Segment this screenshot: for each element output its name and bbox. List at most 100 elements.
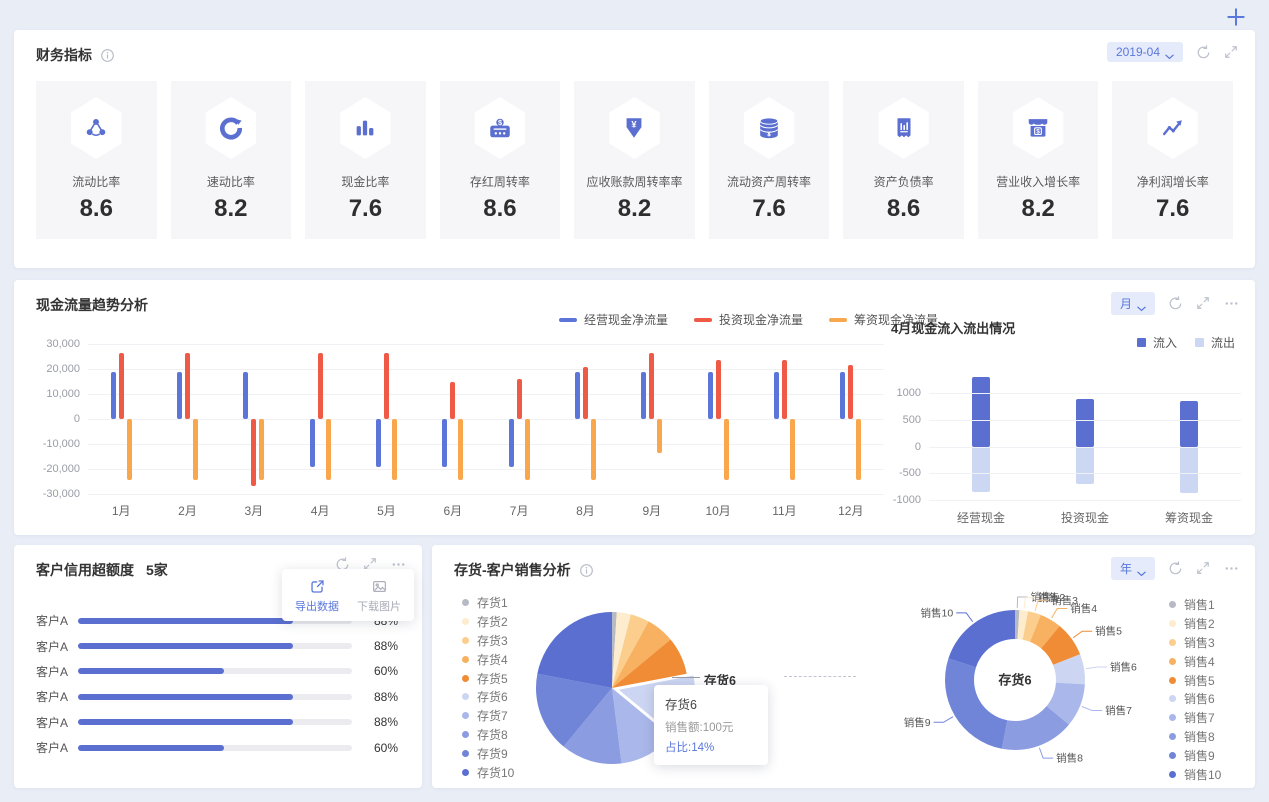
- donut-callout-label: 销售5: [1095, 625, 1122, 638]
- metric-icon-hexagon: $: [474, 97, 526, 159]
- bar-financing[interactable]: [856, 419, 862, 481]
- bar-financing[interactable]: [192, 419, 198, 481]
- bar-financing[interactable]: [657, 419, 663, 453]
- bar-investing[interactable]: [118, 352, 124, 419]
- bar-operating[interactable]: [243, 372, 249, 419]
- legend-item-2[interactable]: 存货2: [462, 612, 514, 631]
- bar-operating[interactable]: [309, 419, 315, 467]
- menu-item-export-data[interactable]: 导出数据: [295, 578, 339, 614]
- bar-investing[interactable]: [383, 352, 389, 419]
- bar-investing[interactable]: [184, 352, 190, 419]
- bar-operating[interactable]: [375, 419, 381, 467]
- legend-item-3[interactable]: 销售3: [1169, 633, 1221, 652]
- legend-item-4[interactable]: 存货4: [462, 650, 514, 669]
- bar-operating[interactable]: [773, 372, 779, 419]
- period-dropdown[interactable]: 年: [1110, 557, 1155, 580]
- expand-icon[interactable]: [1196, 296, 1211, 311]
- period-dropdown[interactable]: 月: [1110, 292, 1155, 315]
- legend-item-1[interactable]: 存货1: [462, 593, 514, 612]
- legend-dot: [1169, 619, 1176, 627]
- legend-item-2[interactable]: 投资现金净流量: [694, 311, 803, 328]
- more-icon[interactable]: [1224, 561, 1239, 576]
- bar-inflow[interactable]: [1180, 401, 1198, 447]
- legend-item-2[interactable]: 销售2: [1169, 614, 1221, 633]
- bar-operating[interactable]: [176, 372, 182, 419]
- legend-item-6[interactable]: 存货6: [462, 687, 514, 706]
- bar-financing[interactable]: [391, 419, 397, 481]
- bar-outflow[interactable]: [1180, 446, 1198, 494]
- legend-item-10[interactable]: 销售10: [1169, 765, 1221, 784]
- legend-item-8[interactable]: 销售8: [1169, 727, 1221, 746]
- bar-fill[interactable]: [78, 744, 225, 751]
- bar-financing[interactable]: [524, 419, 530, 481]
- bar-financing[interactable]: [590, 419, 596, 481]
- expand-icon[interactable]: [1224, 45, 1239, 60]
- bar-fill[interactable]: [78, 693, 293, 700]
- bar-fill[interactable]: [78, 617, 293, 624]
- legend-item-9[interactable]: 存货9: [462, 744, 514, 763]
- bar-investing[interactable]: [649, 352, 655, 419]
- legend-item-6[interactable]: 销售6: [1169, 689, 1221, 708]
- add-panel-button[interactable]: [1225, 6, 1247, 28]
- legend-item-10[interactable]: 存货10: [462, 763, 514, 782]
- bar-fill[interactable]: [78, 643, 293, 650]
- legend-item-9[interactable]: 销售9: [1169, 746, 1221, 765]
- donut-slice-10[interactable]: [948, 610, 1015, 668]
- info-icon[interactable]: [100, 48, 115, 63]
- bar-outflow[interactable]: [972, 446, 990, 492]
- legend-item-5[interactable]: 存货5: [462, 669, 514, 688]
- bar-investing[interactable]: [781, 360, 787, 419]
- bar-operating[interactable]: [508, 419, 514, 467]
- bar-operating[interactable]: [442, 419, 448, 467]
- bar-investing[interactable]: [715, 360, 721, 419]
- bar-investing[interactable]: [317, 352, 323, 419]
- legend-label: 销售3: [1184, 635, 1215, 650]
- customer-label: 客户A: [36, 715, 69, 730]
- bar-operating[interactable]: [110, 372, 116, 419]
- bar-financing[interactable]: [458, 419, 464, 481]
- bar-operating[interactable]: [641, 372, 647, 419]
- period-dropdown[interactable]: 2019-04: [1106, 42, 1183, 62]
- legend-item-1[interactable]: 销售1: [1169, 595, 1221, 614]
- legend-item-1[interactable]: 经营现金净流量: [559, 311, 668, 328]
- legend-item-3[interactable]: 存货3: [462, 631, 514, 650]
- legend-item-4[interactable]: 销售4: [1169, 652, 1221, 671]
- info-icon[interactable]: [579, 563, 594, 578]
- bar-financing[interactable]: [723, 419, 729, 481]
- bar-investing[interactable]: [582, 366, 588, 419]
- bar-financing[interactable]: [789, 419, 795, 481]
- refresh-icon[interactable]: [1168, 561, 1183, 576]
- legend-item-7[interactable]: 销售7: [1169, 708, 1221, 727]
- bar-inflow[interactable]: [972, 376, 990, 447]
- y-axis-label: -20,000: [42, 463, 80, 475]
- bar-fill[interactable]: [78, 719, 293, 726]
- bar-inflow[interactable]: [1076, 399, 1094, 447]
- bar-operating[interactable]: [707, 372, 713, 419]
- menu-item-download-image[interactable]: 下载图片: [357, 578, 401, 614]
- bar-operating[interactable]: [840, 372, 846, 419]
- legend-item-2[interactable]: 流出: [1194, 334, 1235, 351]
- bar-financing[interactable]: [325, 419, 331, 481]
- donut-callout-label: 销售9: [904, 716, 931, 729]
- bar-financing[interactable]: [259, 419, 265, 481]
- legend-item-8[interactable]: 存货8: [462, 725, 514, 744]
- bar-investing[interactable]: [848, 365, 854, 419]
- bar-outflow[interactable]: [1076, 446, 1094, 484]
- bar-financing[interactable]: [126, 419, 132, 481]
- expand-icon[interactable]: [1196, 561, 1211, 576]
- legend-item-5[interactable]: 销售5: [1169, 671, 1221, 690]
- x-axis-label: 7月: [509, 504, 529, 518]
- refresh-icon[interactable]: [1168, 296, 1183, 311]
- bar-track: [78, 719, 352, 726]
- bar-fill[interactable]: [78, 668, 225, 675]
- refresh-icon[interactable]: [1196, 44, 1211, 60]
- more-icon[interactable]: [1224, 296, 1239, 311]
- cashflow-panel: 现金流量趋势分析 经营现金净流量 投资现金净流量 筹资现金净流量 月 30,000 2…: [14, 280, 1255, 535]
- bar-investing[interactable]: [251, 419, 257, 486]
- bar-investing[interactable]: [450, 381, 456, 419]
- bar-operating[interactable]: [574, 372, 580, 419]
- legend-item-1[interactable]: 流入: [1136, 334, 1177, 351]
- legend-item-7[interactable]: 存货7: [462, 706, 514, 725]
- x-axis-label: 经营现金: [956, 511, 1005, 525]
- bar-investing[interactable]: [516, 379, 522, 419]
